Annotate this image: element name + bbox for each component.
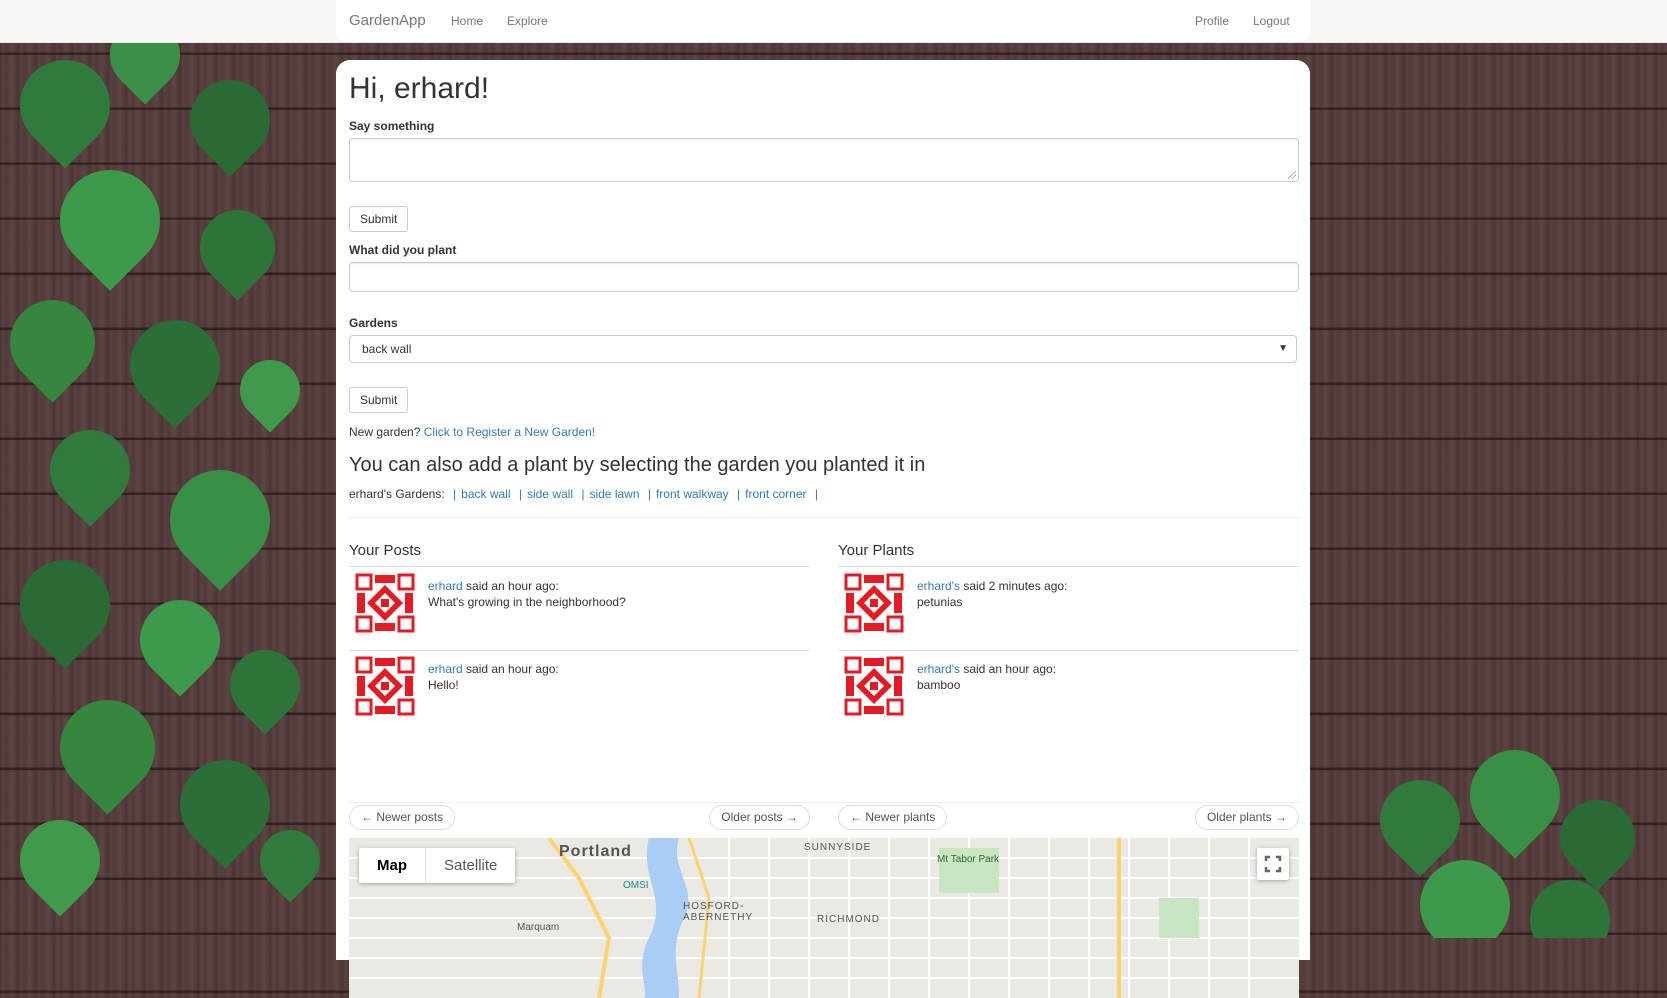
map-label-sunnyside: SUNNYSIDE [804,842,872,853]
post-author-link[interactable]: erhard [428,579,463,593]
garden-select-value: back wall [362,342,412,356]
plant-submit-button[interactable]: Submit [349,387,409,413]
map-label-mt-tabor: Mt Tabor Park [937,854,1000,865]
nav-logout-link[interactable]: Logout [1253,14,1290,28]
garden-link-front-corner[interactable]: front corner [745,487,806,501]
post-body: What's growing in the neighborhood? [428,595,626,609]
map-tab-satellite[interactable]: Satellite [425,848,515,883]
plant-body: petunias [917,595,963,609]
register-garden-link[interactable]: Click to Register a New Garden! [424,425,595,439]
older-posts-button[interactable]: Older posts → [709,805,810,830]
post-item: erhard said an hour ago: Hello! [349,650,810,734]
posts-title: Your Posts [349,542,421,559]
nav-explore-link[interactable]: Explore [507,14,548,28]
map-type-control: Map Satellite [359,848,516,883]
older-plants-button[interactable]: Older plants → [1194,805,1299,830]
plant-meta: erhard's said 2 minutes ago: [917,579,1067,593]
plant-item: erhard's said 2 minutes ago: petunias [838,567,1299,651]
chevron-down-icon: ▼ [1278,343,1288,354]
garden-link-back-wall[interactable]: back wall [461,487,510,501]
map-label-omsi: OMSI [623,880,649,891]
plant-author-link[interactable]: erhard's [917,662,960,676]
map-label-richmond: RICHMOND [817,914,880,925]
map-label-portland: Portland [559,843,632,860]
gardens-list-prefix: erhard's Gardens: [349,487,445,501]
nav-profile-link[interactable]: Profile [1195,14,1229,28]
avatar [355,573,415,633]
brand-link[interactable]: GardenApp [349,12,426,29]
nav-home-link[interactable]: Home [451,14,483,28]
map-tab-map[interactable]: Map [359,848,425,883]
main-card: Hi, erhard! Say something Submit What di… [336,60,1310,998]
navbar: GardenApp Home Explore Profile Logout [0,0,1667,43]
garden-link-side-wall[interactable]: side wall [527,487,573,501]
gardens-list: erhard's Gardens: | back wall | side wall … [349,487,818,501]
plant-time: said 2 minutes ago: [963,579,1068,593]
new-garden-prefix: New garden? [349,425,421,439]
resize-handle-icon[interactable] [1288,171,1296,179]
plants-title: Your Plants [838,542,915,559]
plant-item: erhard's said an hour ago: bamboo [838,650,1299,734]
garden-link-front-walkway[interactable]: front walkway [656,487,729,501]
post-body: Hello! [428,678,459,692]
avatar [355,656,415,716]
map-label-hosford: HOSFORD-ABERNETHY [683,901,754,923]
post-time: said an hour ago: [466,662,559,676]
post-author-link[interactable]: erhard [428,662,463,676]
post-item: erhard said an hour ago: What's growing … [349,567,810,651]
divider [349,517,1299,518]
post-submit-button[interactable]: Submit [349,206,409,232]
gardens-label: Gardens [349,316,398,330]
post-textarea[interactable] [349,138,1299,182]
plant-input[interactable] [349,262,1299,292]
post-meta: erhard said an hour ago: [428,579,559,593]
garden-link-side-lawn[interactable]: side lawn [589,487,639,501]
plant-meta: erhard's said an hour ago: [917,662,1056,676]
post-time: said an hour ago: [466,579,559,593]
divider [349,802,1299,803]
garden-map[interactable]: Portland SUNNYSIDE Mt Tabor Park HOSFORD… [349,838,1299,998]
newer-plants-button[interactable]: ← Newer plants [838,805,948,830]
avatar [844,573,904,633]
post-meta: erhard said an hour ago: [428,662,559,676]
fullscreen-button[interactable] [1257,848,1289,880]
plant-label: What did you plant [349,243,457,257]
plant-author-link[interactable]: erhard's [917,579,960,593]
fullscreen-icon [1264,855,1282,873]
post-label: Say something [349,119,435,133]
garden-select[interactable]: back wall ▼ [349,335,1297,363]
plant-body: bamboo [917,678,961,692]
plant-time: said an hour ago: [963,662,1057,676]
newer-posts-button[interactable]: ← Newer posts [349,805,456,830]
avatar [844,656,904,716]
map-label-marquam: Marquam [517,922,560,933]
new-garden-line: New garden? Click to Register a New Gard… [349,425,595,439]
page-title: Hi, erhard! [349,72,490,105]
add-plant-heading: You can also add a plant by selecting th… [349,454,926,476]
